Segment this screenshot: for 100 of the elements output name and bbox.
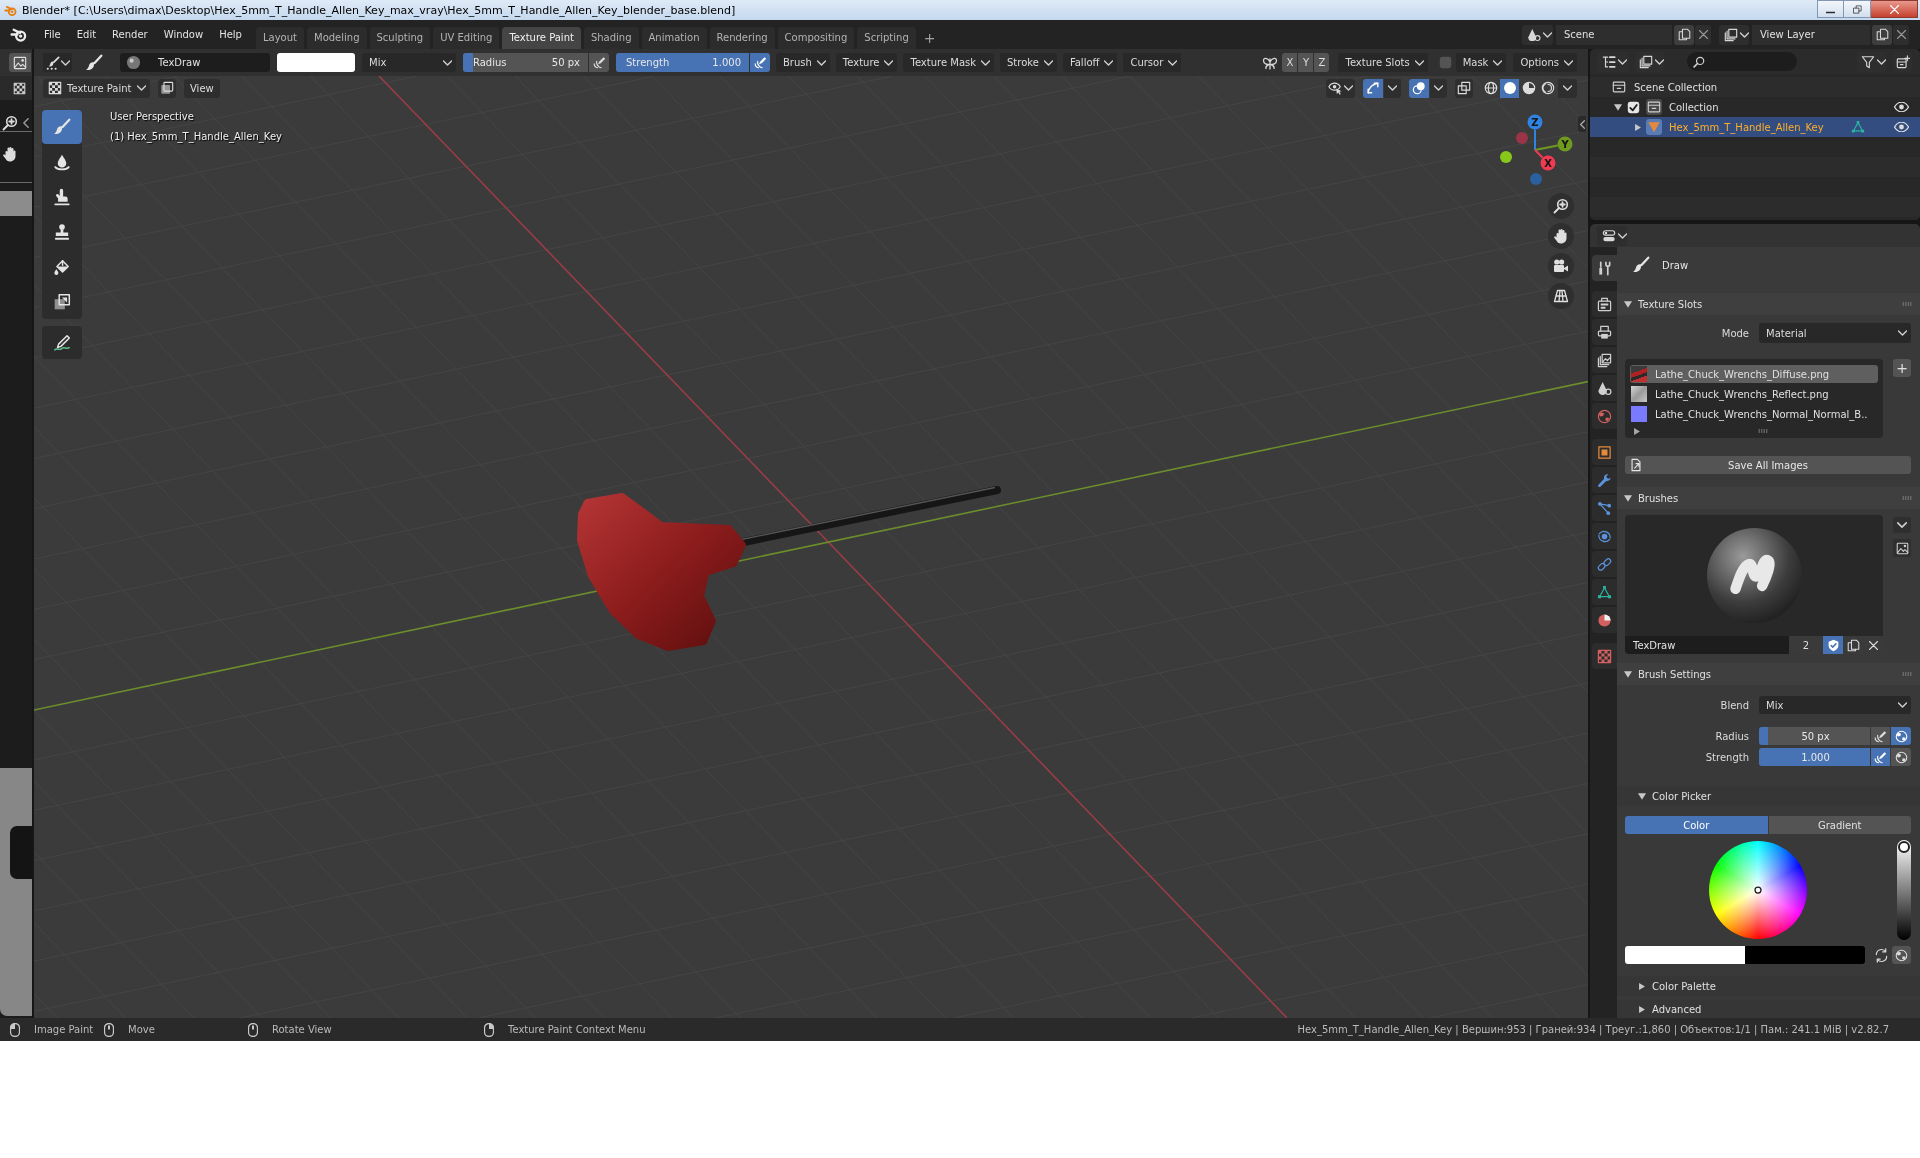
menu-item[interactable]: Edit bbox=[68, 24, 105, 45]
axis-handle[interactable] bbox=[1500, 151, 1512, 163]
blend-dropdown[interactable]: Mix bbox=[1759, 696, 1911, 714]
search-field[interactable] bbox=[1687, 52, 1797, 71]
shading-button[interactable] bbox=[1481, 78, 1500, 98]
checkbox[interactable] bbox=[1627, 100, 1640, 114]
chevron-left-icon[interactable] bbox=[23, 118, 29, 128]
3d-viewport[interactable]: Texture Paint View User Perspective (1) Hex_5mm_T_Handle_Allen_Key Z Y X bbox=[34, 76, 1588, 1018]
unified-toggle[interactable] bbox=[1891, 748, 1911, 766]
menu-item[interactable]: Help bbox=[211, 24, 250, 45]
new-view-layer-button[interactable] bbox=[1872, 24, 1892, 45]
axis-handle[interactable]: Y bbox=[1557, 136, 1573, 152]
pressure-toggle[interactable] bbox=[750, 53, 770, 72]
checkbox[interactable] bbox=[1438, 56, 1452, 69]
axis-toggle[interactable]: Y bbox=[1298, 53, 1314, 72]
workspace-tab[interactable]: Scripting bbox=[857, 27, 916, 49]
workspace-tab[interactable]: Modeling bbox=[307, 27, 367, 49]
minimize-button[interactable] bbox=[1817, 0, 1844, 18]
value-slider[interactable] bbox=[1897, 840, 1911, 940]
unified-toggle[interactable] bbox=[1892, 946, 1911, 964]
eye-icon[interactable] bbox=[1894, 102, 1909, 112]
hand-icon[interactable] bbox=[2, 146, 18, 162]
texture-slot[interactable]: Lathe_Chuck_Wrenchs_Reflect.png bbox=[1630, 385, 1878, 403]
blender-logo-icon[interactable] bbox=[9, 26, 27, 43]
radius-slider[interactable]: Radius 50 px bbox=[463, 53, 588, 72]
dropdown-button[interactable] bbox=[1558, 78, 1577, 98]
mode-dropdown[interactable]: Material bbox=[1759, 323, 1911, 343]
view-layer-menu-button[interactable] bbox=[1719, 24, 1749, 45]
properties-tab[interactable] bbox=[1592, 319, 1617, 345]
pressure-toggle[interactable] bbox=[589, 53, 609, 72]
axis-toggle[interactable]: Z bbox=[1314, 53, 1330, 72]
new-scene-button[interactable] bbox=[1674, 24, 1694, 45]
workspace-tab[interactable]: Compositing bbox=[777, 27, 855, 49]
view-menu[interactable]: View bbox=[184, 78, 220, 98]
dropdown-menu[interactable]: Texture bbox=[835, 53, 898, 72]
texture-slot[interactable]: Lathe_Chuck_Wrenchs_Normal_Normal_B.. bbox=[1630, 405, 1878, 423]
color-swatch[interactable] bbox=[277, 53, 355, 72]
maximize-button[interactable] bbox=[1844, 0, 1871, 18]
workspace-tab[interactable]: Texture Paint bbox=[502, 27, 581, 49]
menu-item[interactable]: Window bbox=[155, 24, 212, 45]
dropdown-menu[interactable]: Texture Mask bbox=[903, 53, 994, 72]
gizmo-toggle[interactable] bbox=[1363, 78, 1383, 98]
panel-header[interactable]: Brushes bbox=[1617, 487, 1920, 509]
close-button[interactable] bbox=[1871, 0, 1918, 18]
editor-type-button[interactable] bbox=[9, 53, 31, 72]
color-swatch[interactable] bbox=[1625, 946, 1745, 964]
dropdown-menu[interactable]: Options bbox=[1513, 53, 1577, 72]
pressure-toggle[interactable] bbox=[1871, 748, 1890, 766]
mode-dropdown[interactable]: Texture Paint bbox=[43, 78, 150, 98]
pan-view-button[interactable] bbox=[1548, 223, 1574, 249]
magnifier-plus-icon[interactable] bbox=[2, 115, 18, 131]
workspace-tab[interactable]: Animation bbox=[641, 27, 707, 49]
brush-menu-button[interactable] bbox=[1893, 517, 1911, 533]
workspace-tab[interactable]: Sculpting bbox=[369, 27, 431, 49]
dropdown-button[interactable] bbox=[1430, 78, 1447, 98]
remove-view-layer-button[interactable] bbox=[1893, 24, 1909, 45]
properties-tab[interactable] bbox=[1592, 607, 1617, 633]
properties-tab[interactable] bbox=[1592, 375, 1617, 401]
projection-toggle-button[interactable] bbox=[1548, 283, 1574, 309]
picker-tab[interactable]: Gradient bbox=[1768, 816, 1911, 834]
radius-slider[interactable]: 50 px bbox=[1759, 727, 1870, 745]
sidebar-toggle[interactable] bbox=[1578, 116, 1586, 132]
shading-button[interactable] bbox=[1500, 78, 1519, 98]
axis-toggle[interactable]: X bbox=[1282, 53, 1298, 72]
add-slot-button[interactable]: + bbox=[1893, 359, 1911, 377]
properties-tab[interactable] bbox=[1592, 291, 1617, 317]
brush-selector[interactable]: TexDraw bbox=[120, 53, 270, 72]
disclosure-triangle-icon[interactable] bbox=[1634, 123, 1642, 131]
panel-header[interactable]: Brush Settings bbox=[1617, 663, 1920, 685]
menu-item[interactable]: Render bbox=[104, 24, 156, 45]
workspace-tab[interactable]: Rendering bbox=[709, 27, 775, 49]
slider-thumb[interactable] bbox=[1898, 841, 1910, 853]
xray-toggle[interactable] bbox=[1455, 78, 1473, 98]
view-layer-field[interactable]: View Layer bbox=[1752, 24, 1870, 45]
dropdown-menu[interactable]: Falloff bbox=[1062, 53, 1118, 72]
editor-type-button[interactable] bbox=[1597, 225, 1627, 246]
mask-toggle-button[interactable] bbox=[158, 78, 176, 98]
properties-tab[interactable] bbox=[1592, 579, 1617, 605]
eye-icon[interactable] bbox=[1894, 122, 1909, 132]
save-images-button[interactable]: Save All Images bbox=[1625, 456, 1911, 474]
strength-slider[interactable]: Strength 1.000 bbox=[616, 53, 749, 72]
unified-toggle[interactable] bbox=[1891, 727, 1911, 745]
dropdown-button[interactable] bbox=[1384, 78, 1401, 98]
zoom-view-button[interactable] bbox=[1548, 193, 1574, 219]
tool-menu-button[interactable] bbox=[43, 53, 72, 72]
axis-handle[interactable]: X bbox=[1540, 155, 1556, 171]
tool-button[interactable] bbox=[42, 326, 82, 359]
menu-item[interactable]: File bbox=[36, 24, 69, 45]
properties-tab[interactable] bbox=[1592, 255, 1617, 281]
disclosure-triangle-icon[interactable] bbox=[1614, 103, 1622, 111]
properties-tab[interactable] bbox=[1592, 347, 1617, 373]
panel-header[interactable]: Texture Slots bbox=[1617, 293, 1920, 315]
dropdown-menu[interactable]: Brush bbox=[776, 53, 830, 72]
selectability-dropdown[interactable] bbox=[1326, 78, 1355, 98]
dropdown-menu[interactable]: Mask bbox=[1455, 53, 1507, 72]
overlay-toggle[interactable] bbox=[1409, 78, 1429, 98]
color-swatch[interactable] bbox=[1745, 946, 1865, 964]
camera-view-button[interactable] bbox=[1548, 253, 1574, 279]
texture-slot[interactable]: Lathe_Chuck_Wrenchs_Diffuse.png bbox=[1630, 365, 1878, 383]
dropdown-menu[interactable]: Cursor bbox=[1123, 53, 1182, 72]
